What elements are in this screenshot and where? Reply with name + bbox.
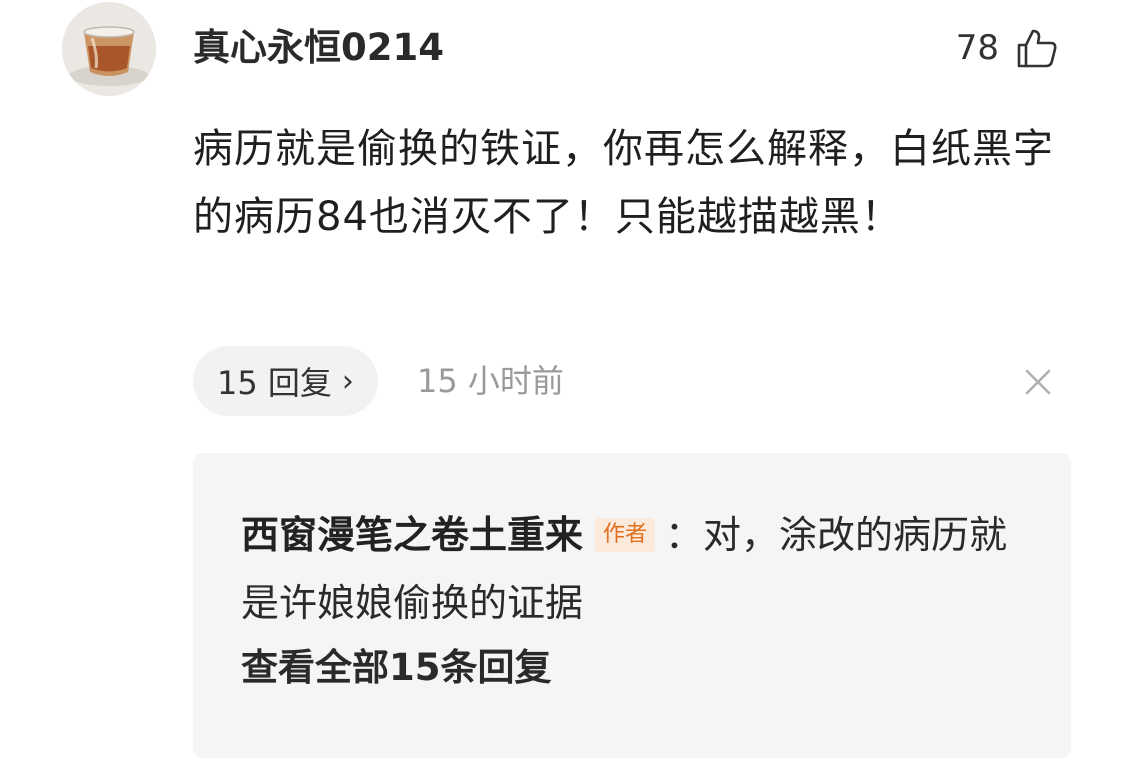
author-badge: 作者 bbox=[595, 518, 656, 552]
like-count: 78 bbox=[955, 28, 999, 68]
replies-button[interactable]: 15 回复 › bbox=[193, 346, 378, 416]
comment-timestamp: 15 小时前 bbox=[417, 362, 564, 400]
reply-preview: 西窗漫笔之卷土重来 作者 ：对，涂改的病历就是许娘娘偷换的证据 bbox=[241, 501, 1031, 637]
comment-text: 病历就是偷换的铁证，你再怎么解释，白纸黑字的病历84也消灭不了！只能越描越黑！ bbox=[193, 126, 1054, 240]
avatar[interactable] bbox=[62, 2, 156, 96]
reply-preview-box: 西窗漫笔之卷土重来 作者 ：对，涂改的病历就是许娘娘偷换的证据 查看全部15条回复 bbox=[193, 453, 1071, 758]
thumbs-up-icon[interactable] bbox=[1015, 26, 1059, 70]
chevron-right-icon: › bbox=[341, 363, 354, 399]
reply-count-label: 15 回复 bbox=[217, 364, 332, 402]
like-button[interactable]: 78 bbox=[956, 22, 1059, 74]
view-all-replies-link[interactable]: 查看全部15条回复 bbox=[241, 643, 552, 693]
close-icon[interactable] bbox=[1022, 366, 1054, 398]
reply-author-name[interactable]: 西窗漫笔之卷土重来 bbox=[241, 513, 583, 557]
comment-username[interactable]: 真心永恒0214 bbox=[193, 24, 444, 72]
